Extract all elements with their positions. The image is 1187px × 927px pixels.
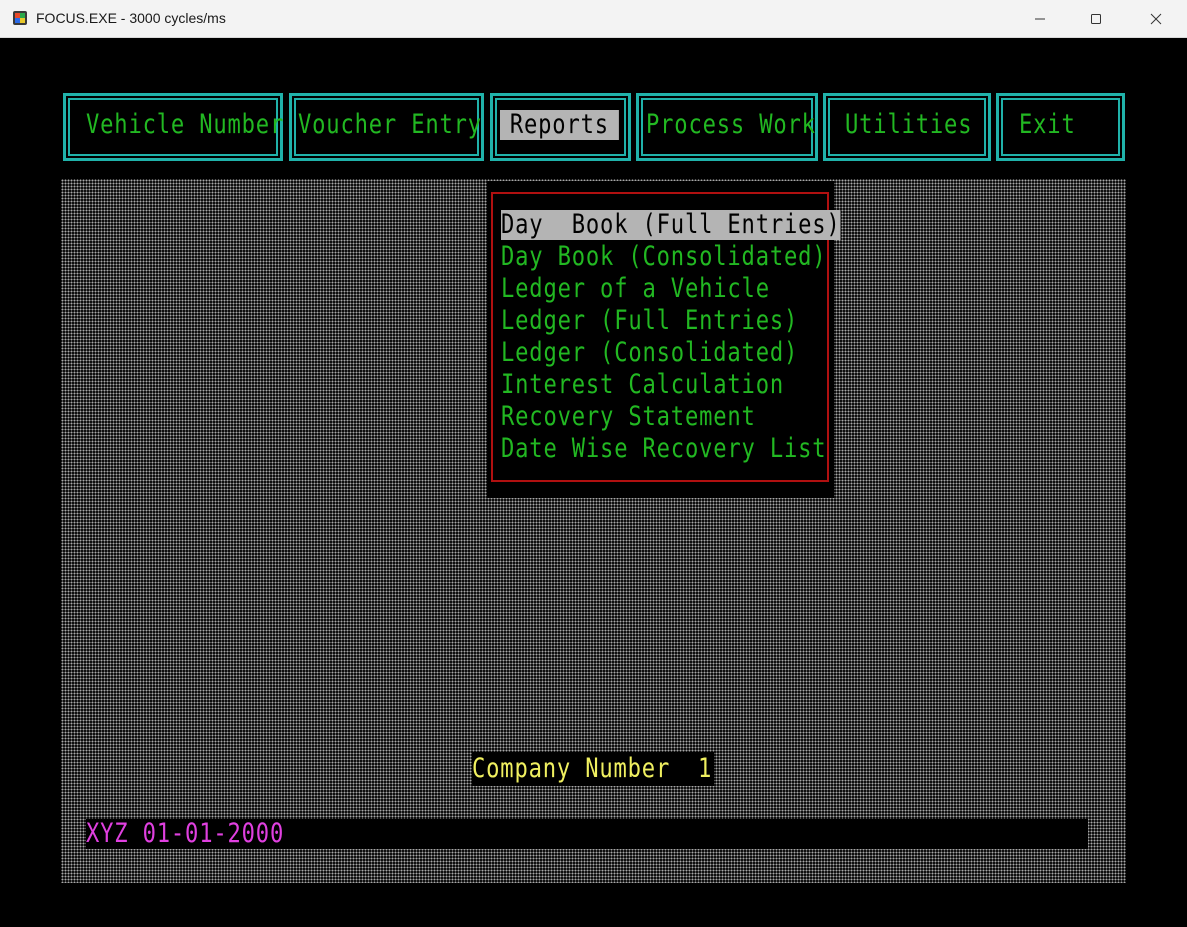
maximize-button[interactable] [1073, 0, 1119, 37]
close-icon [1150, 13, 1162, 24]
app-icon [13, 11, 27, 25]
menu-label: Utilities [845, 109, 973, 140]
company-number-label: Company Number [472, 753, 671, 784]
window-title: FOCUS.EXE - 3000 cycles/ms [36, 10, 226, 26]
report-day-book-full[interactable]: Day Book (Full Entries) [501, 210, 841, 240]
company-number: Company Number 1 [472, 752, 714, 786]
menu-voucher-entry[interactable]: Voucher Entry [289, 93, 484, 161]
menu-label: Voucher Entry [298, 109, 482, 140]
menu-vehicle-number[interactable]: Vehicle Number [63, 93, 283, 161]
reports-dropdown: Day Book (Full Entries) Day Book (Consol… [491, 192, 841, 482]
minimize-icon [1035, 18, 1045, 19]
menu-utilities[interactable]: Utilities [823, 93, 991, 161]
menu-label-selected: Reports [500, 110, 619, 140]
menu-reports[interactable]: Reports [490, 93, 631, 161]
report-recovery-statement[interactable]: Recovery Statement [501, 402, 756, 432]
report-date-wise-recovery[interactable]: Date Wise Recovery List [501, 434, 826, 464]
menu-label: Exit [1019, 109, 1076, 140]
menu-label: Process Work [646, 109, 816, 140]
status-text: XYZ 01-01-2000 [86, 818, 285, 849]
status-bar: XYZ 01-01-2000 [86, 819, 1088, 849]
report-ledger-vehicle[interactable]: Ledger of a Vehicle [501, 274, 770, 304]
close-button[interactable] [1133, 0, 1179, 37]
menu-process-work[interactable]: Process Work [636, 93, 818, 161]
company-number-value: 1 [698, 753, 712, 784]
window-titlebar: FOCUS.EXE - 3000 cycles/ms [0, 0, 1187, 38]
menu-exit[interactable]: Exit [996, 93, 1125, 161]
minimize-button[interactable] [1017, 0, 1063, 37]
menu-label: Vehicle Number [86, 109, 285, 140]
report-ledger-full[interactable]: Ledger (Full Entries) [501, 306, 798, 336]
dos-screen: Vehicle Number Voucher Entry Reports Pro… [0, 38, 1187, 927]
report-day-book-consolidated[interactable]: Day Book (Consolidated) [501, 242, 826, 272]
maximize-icon [1091, 13, 1101, 24]
report-ledger-consolidated[interactable]: Ledger (Consolidated) [501, 338, 798, 368]
report-interest-calculation[interactable]: Interest Calculation [501, 370, 784, 400]
